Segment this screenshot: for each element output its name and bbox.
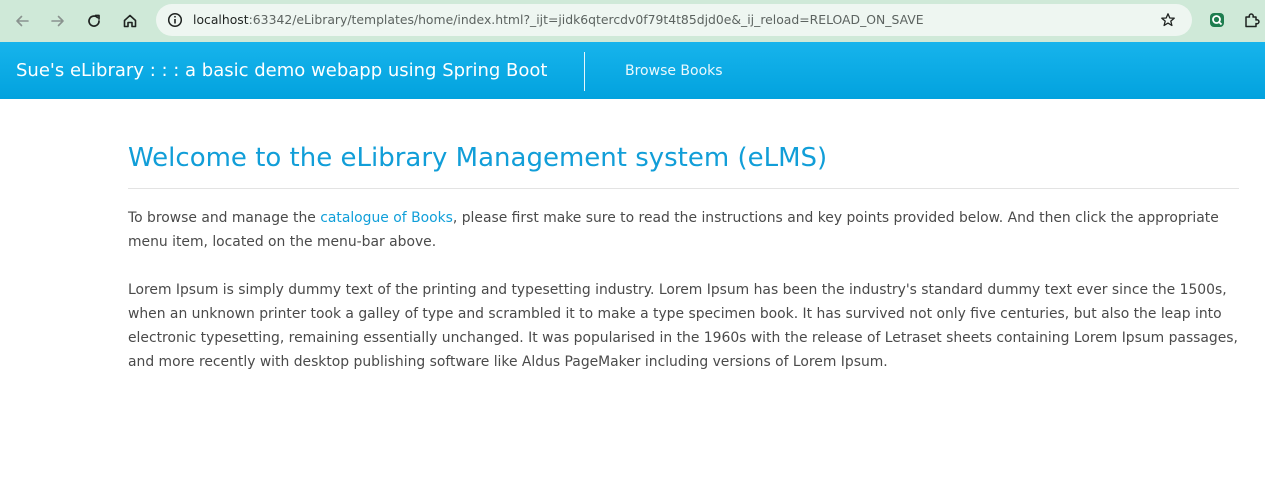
back-arrow-icon[interactable]	[8, 7, 36, 35]
home-icon[interactable]	[116, 7, 144, 35]
page-title: Welcome to the eLibrary Management syste…	[128, 143, 828, 173]
site-info-icon[interactable]	[164, 9, 186, 31]
forward-arrow-icon[interactable]	[44, 7, 72, 35]
intro-paragraph: To browse and manage the catalogue of Bo…	[128, 206, 1239, 254]
url-text[interactable]: localhost:63342/eLibrary/templates/home/…	[193, 12, 924, 27]
nav-link-browse-books[interactable]: Browse Books	[625, 63, 723, 79]
address-bar[interactable]: localhost:63342/eLibrary/templates/home/…	[156, 4, 1192, 36]
navbar-brand[interactable]: Sue's eLibrary : : : a basic demo webapp…	[16, 60, 547, 81]
lorem-paragraph: Lorem Ipsum is simply dummy text of the …	[128, 282, 1238, 370]
intro-text-before: To browse and manage the	[128, 210, 321, 226]
app-navbar: Sue's eLibrary : : : a basic demo webapp…	[0, 42, 1265, 99]
browser-toolbar: localhost:63342/eLibrary/templates/home/…	[0, 0, 1265, 42]
url-path: :63342/eLibrary/templates/home/index.htm…	[248, 12, 924, 27]
reload-icon[interactable]	[80, 7, 108, 35]
navbar-divider	[584, 52, 585, 91]
puzzle-icon[interactable]	[1241, 9, 1263, 31]
title-divider	[128, 188, 1239, 189]
main-content: Welcome to the eLibrary Management syste…	[128, 142, 1239, 370]
url-host: localhost	[193, 12, 249, 27]
extension-icon[interactable]	[1206, 9, 1228, 31]
bookmark-star-icon[interactable]	[1158, 10, 1178, 30]
catalogue-link[interactable]: catalogue of Books	[320, 210, 453, 226]
